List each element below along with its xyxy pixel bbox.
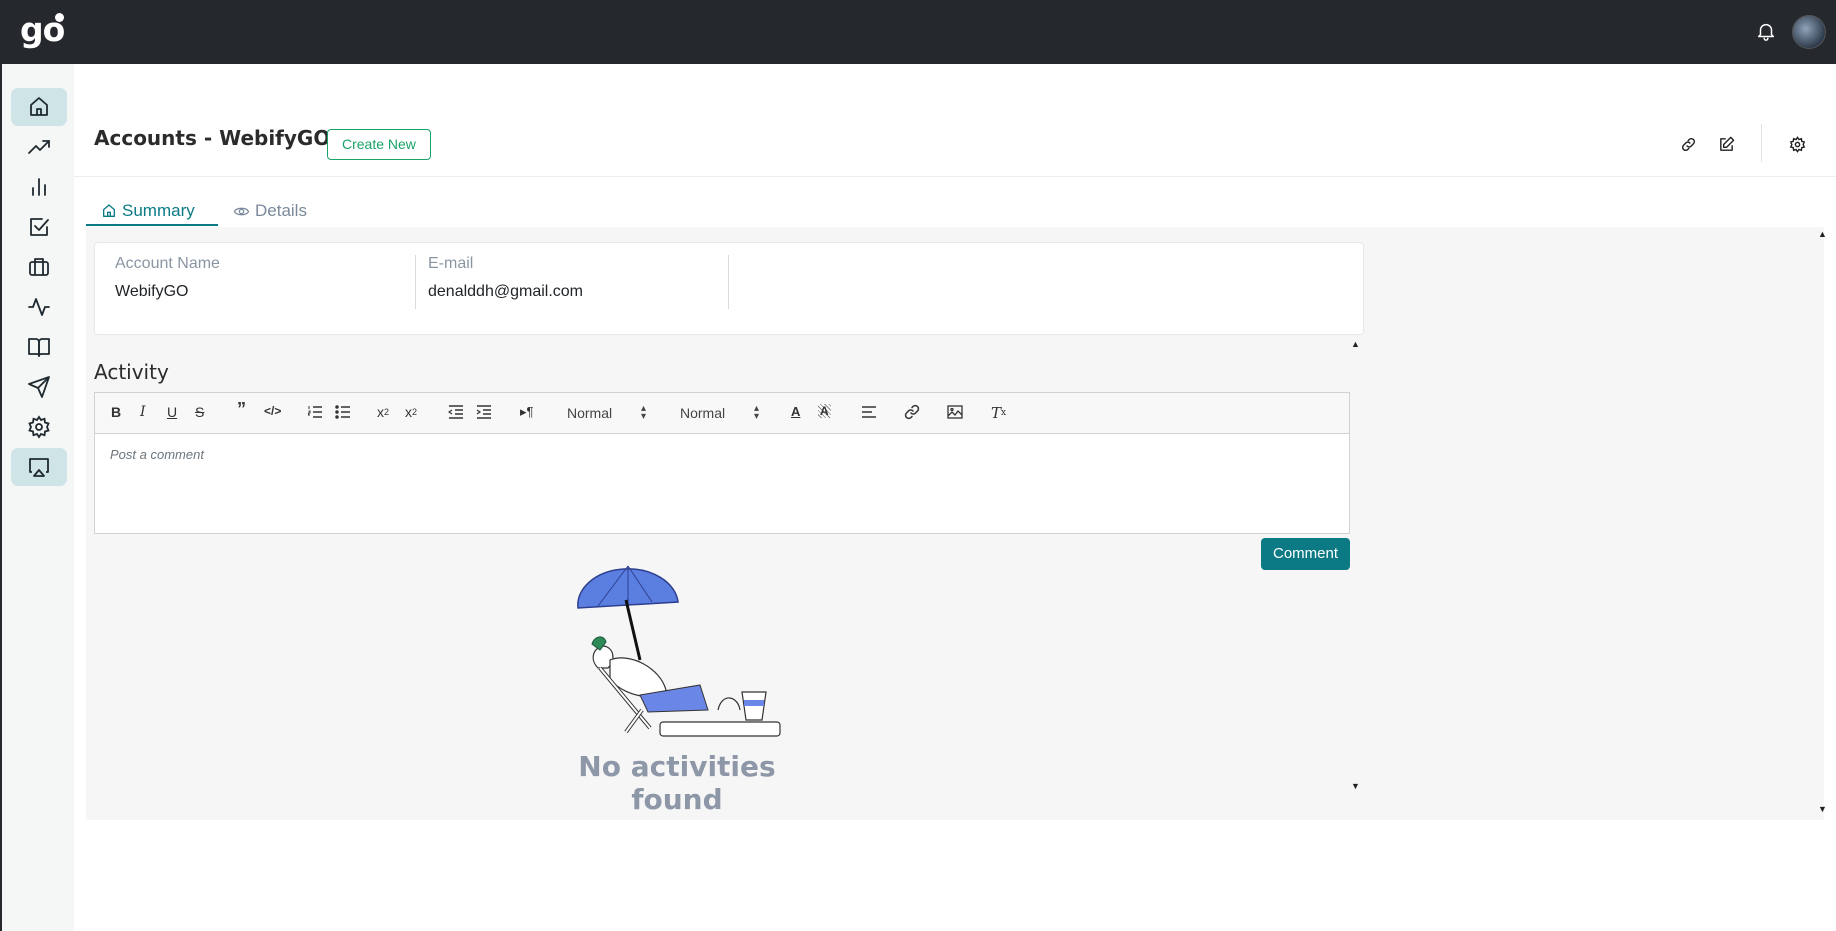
- home-icon: [30, 97, 48, 116]
- bullet-list-icon: [335, 405, 350, 419]
- link-icon[interactable]: [1677, 133, 1699, 155]
- briefcase-icon: [29, 258, 49, 276]
- top-bar: go: [0, 0, 1836, 64]
- tab-summary-label: Summary: [122, 201, 195, 220]
- email-field: E-mail denalddh@gmail.com: [428, 255, 583, 301]
- eye-icon: [233, 207, 250, 215]
- email-label: E-mail: [428, 255, 474, 272]
- sidebar-item-knowledge[interactable]: [11, 328, 67, 366]
- underline-button[interactable]: U: [167, 404, 177, 420]
- size-select[interactable]: Normal: [680, 405, 725, 421]
- logo-dot: [55, 13, 64, 22]
- activity-title: Activity: [94, 360, 169, 384]
- gear-icon: [28, 415, 50, 439]
- tab-summary[interactable]: Summary: [101, 195, 195, 227]
- align-button[interactable]: [861, 404, 877, 420]
- sidebar-item-presentation[interactable]: [11, 448, 67, 486]
- activity-scroll-up[interactable]: ▲: [1351, 339, 1360, 349]
- checkbox-icon: [30, 218, 49, 236]
- sidebar-item-tasks[interactable]: [11, 208, 67, 246]
- activity-scroll-down[interactable]: ▼: [1351, 781, 1360, 791]
- outdent-button[interactable]: [448, 404, 464, 420]
- code-block-button[interactable]: </>: [264, 404, 281, 418]
- ordered-list-button[interactable]: [307, 404, 323, 420]
- comment-placeholder: Post a comment: [110, 447, 204, 462]
- superscript-button[interactable]: x2: [405, 404, 417, 420]
- align-left-icon: [862, 406, 876, 418]
- bar-chart-icon: [32, 178, 46, 196]
- create-new-button[interactable]: Create New: [327, 129, 431, 160]
- comment-editor[interactable]: B I U S ” </> x2 x2 ▸¶ Normal ▴ ▾ Normal …: [94, 392, 1350, 534]
- bell-icon[interactable]: [1755, 20, 1777, 44]
- bold-button[interactable]: B: [111, 404, 121, 420]
- sidebar-item-settings[interactable]: [11, 408, 67, 446]
- header-separator: [1761, 124, 1762, 162]
- tab-details[interactable]: Details: [233, 195, 307, 227]
- indent-button[interactable]: [476, 404, 492, 420]
- link-icon: [904, 404, 920, 420]
- header-divider: [74, 176, 1836, 177]
- sidebar-item-home[interactable]: [11, 88, 67, 126]
- account-summary-card: Account Name WebifyGO E-mail denalddh@gm…: [94, 242, 1364, 335]
- account-name-label: Account Name: [115, 255, 220, 272]
- book-icon: [28, 338, 50, 357]
- active-tab-indicator: [86, 224, 218, 226]
- user-avatar[interactable]: [1792, 15, 1826, 49]
- text-direction-button[interactable]: ▸¶: [520, 404, 534, 420]
- subscript-button[interactable]: x2: [377, 404, 389, 420]
- settings-gear-icon[interactable]: [1786, 133, 1808, 155]
- airplay-icon: [29, 458, 49, 477]
- indent-icon: [476, 405, 491, 419]
- activity-icon: [28, 298, 50, 316]
- sidebar-item-activity[interactable]: [11, 288, 67, 326]
- blockquote-button[interactable]: ”: [237, 399, 246, 420]
- sidebar-item-trends[interactable]: [11, 128, 67, 166]
- bullet-list-button[interactable]: [335, 404, 351, 420]
- header-select-arrow: ▴ ▾: [641, 403, 647, 422]
- page-title: Accounts - WebifyGO: [94, 126, 331, 150]
- outer-scroll-up[interactable]: ▲: [1818, 229, 1827, 239]
- field-separator: [415, 255, 416, 309]
- outer-scroll-down[interactable]: ▼: [1818, 804, 1827, 814]
- sidebar-item-reports[interactable]: [11, 168, 67, 206]
- account-name-value: WebifyGO: [115, 283, 189, 300]
- image-icon: [947, 405, 963, 419]
- home-icon: [103, 204, 115, 217]
- send-icon: [28, 376, 50, 398]
- sidebar-item-deals[interactable]: [11, 248, 67, 286]
- header-select[interactable]: Normal: [567, 405, 612, 421]
- sidebar-item-campaigns[interactable]: [11, 368, 67, 406]
- insert-image-button[interactable]: [947, 404, 963, 420]
- size-select-arrow: ▴ ▾: [754, 403, 760, 422]
- field-separator: [728, 255, 729, 309]
- page-header: Accounts - WebifyGO: [94, 126, 330, 150]
- edit-icon[interactable]: [1715, 133, 1737, 155]
- beach-chair-illustration: [577, 565, 781, 737]
- clear-format-button[interactable]: Tx: [991, 404, 1006, 422]
- trending-up-icon: [28, 140, 50, 154]
- editor-toolbar: B I U S ” </> x2 x2 ▸¶ Normal ▴ ▾ Normal …: [95, 393, 1349, 434]
- strike-button[interactable]: S: [195, 404, 204, 420]
- comment-button[interactable]: Comment: [1261, 538, 1350, 570]
- sidebar: [0, 64, 74, 931]
- email-value[interactable]: denalddh@gmail.com: [428, 283, 583, 301]
- ordered-list-icon: [308, 406, 322, 418]
- insert-link-button[interactable]: [904, 404, 920, 420]
- italic-button[interactable]: I: [140, 404, 146, 420]
- tab-details-label: Details: [255, 201, 307, 220]
- outdent-icon: [448, 405, 463, 419]
- text-color-button[interactable]: A: [791, 404, 800, 419]
- empty-state-text: No activities found: [578, 750, 776, 816]
- background-color-button[interactable]: A: [818, 404, 831, 418]
- account-name-field: Account Name WebifyGO: [115, 255, 220, 301]
